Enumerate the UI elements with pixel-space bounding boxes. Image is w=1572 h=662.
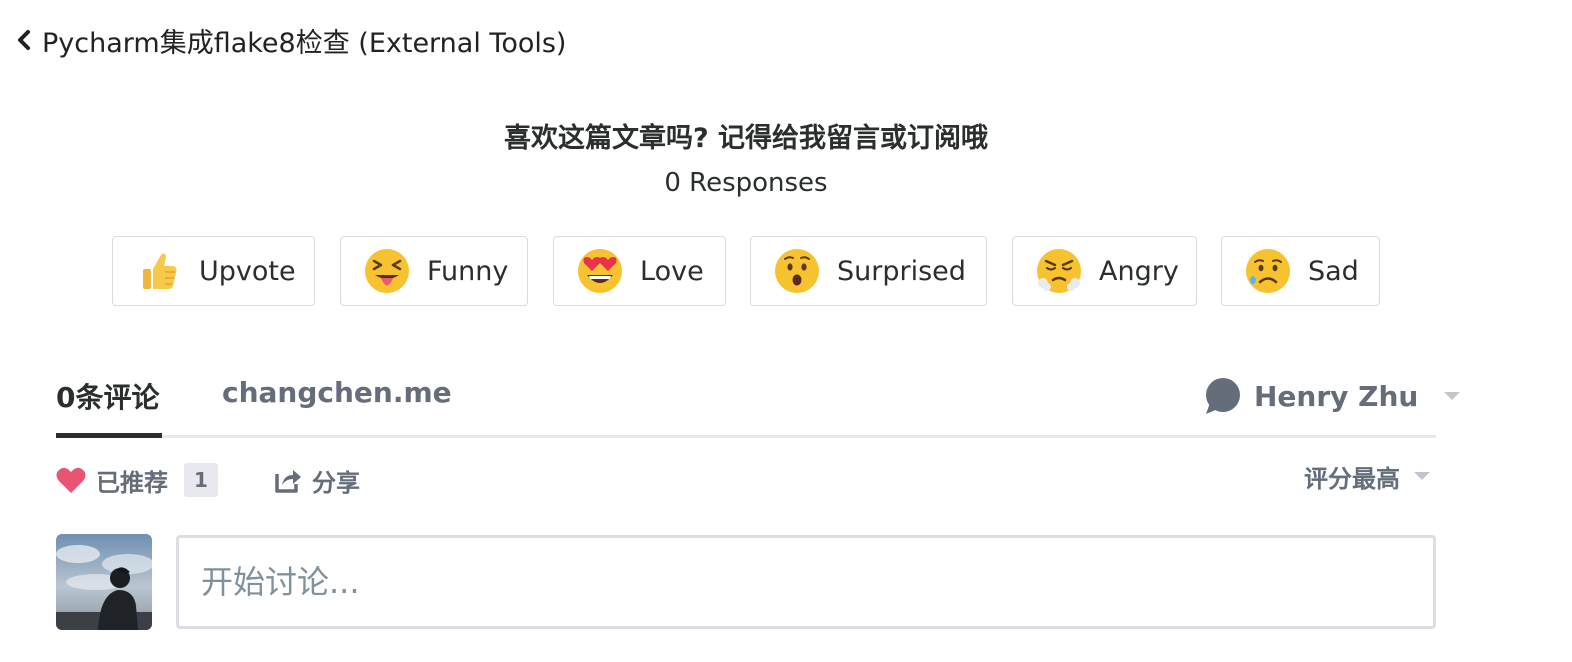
reaction-angry-button[interactable]: Angry xyxy=(1012,236,1197,306)
tabs-divider xyxy=(56,435,1436,438)
reaction-surprised-label: Surprised xyxy=(837,255,966,287)
chevron-down-icon xyxy=(1414,472,1430,480)
heart-eyes-face-icon xyxy=(578,249,622,293)
tab-community[interactable]: changchen.me xyxy=(222,376,452,420)
reaction-upvote-label: Upvote xyxy=(199,255,296,287)
responses-count: 0 Responses xyxy=(664,168,828,198)
share-icon xyxy=(275,470,301,493)
avatar xyxy=(56,534,152,630)
reaction-upvote-button[interactable]: Upvote xyxy=(112,236,315,306)
chevron-down-icon xyxy=(1444,392,1461,400)
back-link[interactable]: Pycharm集成flake8检查 (External Tools) xyxy=(16,20,566,60)
tab-comments[interactable]: 0条评论 xyxy=(56,376,159,420)
reaction-angry-label: Angry xyxy=(1099,255,1179,287)
thumbs-up-icon xyxy=(143,253,177,289)
recommend-count-badge: 1 xyxy=(184,463,218,497)
chevron-left-icon xyxy=(18,30,30,50)
active-tab-indicator xyxy=(56,433,162,438)
user-name: Henry Zhu xyxy=(1254,379,1419,413)
user-menu[interactable]: Henry Zhu xyxy=(1202,374,1461,418)
reaction-funny-label: Funny xyxy=(427,255,509,287)
speech-bubble-icon xyxy=(1206,378,1240,414)
steaming-face-icon xyxy=(1037,249,1081,293)
reaction-funny-button[interactable]: Funny xyxy=(340,236,528,306)
reaction-love-label: Love xyxy=(640,255,704,287)
reaction-surprised-button[interactable]: Surprised xyxy=(750,236,987,306)
reaction-sad-label: Sad xyxy=(1308,255,1359,287)
reaction-love-button[interactable]: Love xyxy=(553,236,726,306)
share-label: 分享 xyxy=(312,468,360,497)
squinting-tongue-face-icon xyxy=(365,249,409,293)
back-link-label: Pycharm集成flake8检查 (External Tools) xyxy=(42,27,567,59)
hushed-face-icon xyxy=(775,249,819,293)
comment-input[interactable] xyxy=(176,535,1436,629)
heart-icon xyxy=(56,467,86,493)
recommend-label: 已推荐 xyxy=(96,468,168,497)
share-button[interactable]: 分享 xyxy=(274,462,360,498)
comments-widget: Pycharm集成flake8检查 (External Tools) 喜欢这篇文… xyxy=(0,0,1572,662)
sad-sweat-face-icon xyxy=(1246,249,1290,293)
sort-label: 评分最高 xyxy=(1304,464,1400,493)
reactions-title: 喜欢这篇文章吗? 记得给我留言或订阅哦 xyxy=(503,123,989,154)
reaction-sad-button[interactable]: Sad xyxy=(1221,236,1380,306)
sort-dropdown[interactable]: 评分最高 xyxy=(1304,458,1430,494)
recommend-button[interactable]: 已推荐 1 xyxy=(56,462,218,498)
